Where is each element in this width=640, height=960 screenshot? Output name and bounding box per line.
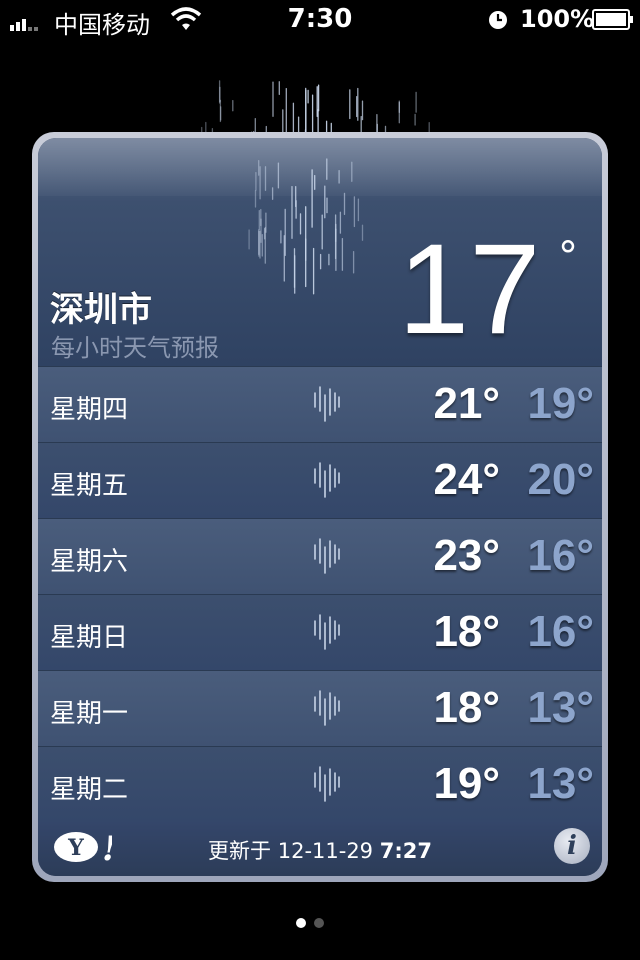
forecast-low: 19° [527,379,594,428]
forecast-day: 星期一 [50,699,129,729]
status-bar: 中国移动 7:30 100% [0,0,640,40]
rain-icon [314,462,340,498]
degree-symbol: ° [558,234,578,280]
current-conditions: 深圳市 每小时天气预报 17 ° [38,138,602,366]
forecast-high: 18° [433,607,500,656]
forecast-low: 13° [527,683,594,732]
rain-icon [314,690,340,726]
card-footer: Y ! 更新于 12-11-29 7:27 i [38,822,602,876]
battery-icon [592,9,633,30]
battery-percentage: 100% [520,5,595,33]
forecast-list: 星期四 21° 19° 星期五 24° 20° 星期六 23° 16° 星期日 18° 16° 星期一 1… [38,366,602,822]
forecast-high: 19° [433,759,500,808]
forecast-row: 星期六 23° 16° [38,518,602,594]
forecast-high: 18° [433,683,500,732]
forecast-low: 20° [527,455,594,504]
forecast-day: 星期六 [50,547,129,577]
info-button[interactable]: i [554,828,590,864]
rain-icon [314,766,340,802]
rain-icon [248,158,364,295]
page-dot[interactable] [314,918,324,928]
page-indicator[interactable] [296,918,344,930]
updated-label: 更新于 [208,839,272,863]
city-name: 深圳市 [50,290,152,330]
weather-card-inner: 深圳市 每小时天气预报 17 ° 星期四 21° 19° 星期五 24° 20° 星期六 23… [38,138,602,876]
forecast-low: 16° [527,607,594,656]
updated-date: 12-11-29 [277,839,374,863]
forecast-row: 星期一 18° 13° [38,670,602,746]
forecast-low: 16° [527,531,594,580]
forecast-day: 星期二 [50,775,129,805]
forecast-high: 21° [433,379,500,428]
rain-icon [314,614,340,650]
forecast-row: 星期日 18° 16° [38,594,602,670]
forecast-row: 星期五 24° 20° [38,442,602,518]
forecast-row: 星期四 21° 19° [38,366,602,442]
updated-time: 7:27 [379,839,432,863]
forecast-day: 星期五 [50,471,129,501]
current-temperature: 17 [398,218,541,361]
forecast-day: 星期日 [50,623,129,653]
last-updated: 更新于 12-11-29 7:27 [38,835,602,865]
clock-icon [489,11,507,29]
rain-icon [314,538,340,574]
forecast-low: 13° [527,759,594,808]
forecast-high: 23° [433,531,500,580]
forecast-day: 星期四 [50,395,129,425]
page-dot[interactable] [296,918,306,928]
forecast-high: 24° [433,455,500,504]
rain-icon [314,386,340,422]
weather-card[interactable]: 深圳市 每小时天气预报 17 ° 星期四 21° 19° 星期五 24° 20° 星期六 23… [32,132,608,882]
forecast-row: 星期二 19° 13° [38,746,602,822]
hourly-forecast-link[interactable]: 每小时天气预报 [51,328,219,363]
